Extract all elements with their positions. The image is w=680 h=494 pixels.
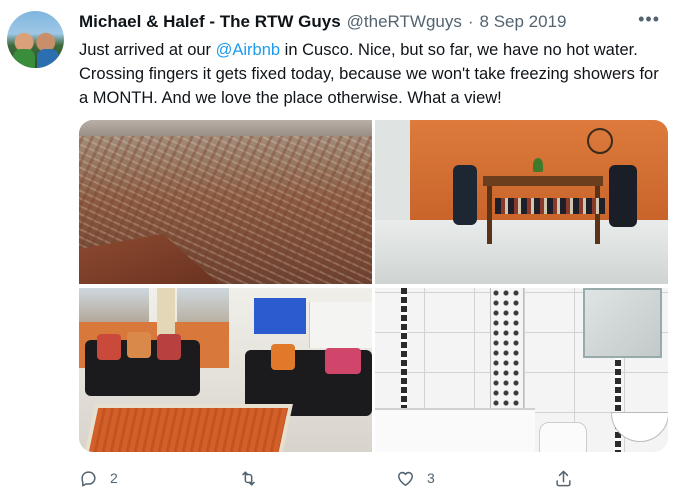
avatar-person-2 — [37, 49, 59, 68]
pillow — [127, 332, 151, 358]
pillow — [271, 344, 295, 370]
pillow — [97, 334, 121, 360]
photo-door — [375, 120, 411, 230]
reply-count: 2 — [110, 470, 118, 486]
avatar[interactable] — [7, 11, 64, 68]
handle[interactable]: @theRTWguys — [347, 12, 462, 32]
table-leg — [487, 186, 492, 244]
plant — [533, 158, 543, 172]
like-button[interactable]: 3 — [396, 466, 435, 490]
separator-dot: · — [467, 12, 474, 31]
retweet-icon — [242, 470, 255, 486]
sun-decoration — [587, 128, 613, 154]
pillow — [325, 348, 361, 374]
tweet-text: Just arrived at our @Airbnb in Cusco. Ni… — [79, 38, 669, 110]
retweet-button[interactable] — [239, 466, 270, 490]
tweet-header: Michael & Halef - The RTW Guys @theRTWgu… — [79, 11, 660, 33]
like-count: 3 — [427, 470, 435, 486]
media-grid — [79, 120, 668, 452]
window — [177, 288, 229, 322]
photo-dining-room[interactable] — [375, 120, 668, 284]
bench — [495, 198, 605, 214]
reply-icon — [81, 470, 96, 487]
bathtub — [375, 408, 535, 452]
dining-table — [483, 176, 603, 186]
share-icon — [556, 470, 571, 486]
more-options-icon[interactable]: ••• — [638, 9, 660, 30]
tweet-date[interactable]: 8 Sep 2019 — [480, 12, 567, 32]
cabinet — [309, 302, 372, 348]
share-button[interactable] — [554, 466, 585, 490]
table-leg — [595, 186, 600, 244]
photo-city-view[interactable] — [79, 120, 372, 284]
mirror — [583, 288, 662, 358]
avatar-person-1 — [13, 49, 35, 68]
photo-living-room[interactable] — [79, 288, 372, 452]
tweet-text-start: Just arrived at our — [79, 41, 216, 59]
rug — [83, 404, 293, 452]
reply-button[interactable]: 2 — [79, 466, 118, 490]
jacket — [453, 165, 477, 225]
photo-hills — [79, 120, 372, 136]
photo-floor — [375, 220, 668, 284]
toilet — [539, 422, 587, 452]
jacket — [609, 165, 637, 227]
blue-shelf — [254, 298, 306, 334]
pillow — [157, 334, 181, 360]
photo-roof — [79, 234, 219, 284]
heart-icon — [398, 471, 413, 486]
mention-link[interactable]: @Airbnb — [216, 41, 280, 59]
display-name[interactable]: Michael & Halef - The RTW Guys — [79, 12, 341, 32]
window — [79, 288, 149, 322]
tweet-actions: 2 3 — [79, 466, 579, 490]
photo-bathroom[interactable] — [375, 288, 668, 452]
